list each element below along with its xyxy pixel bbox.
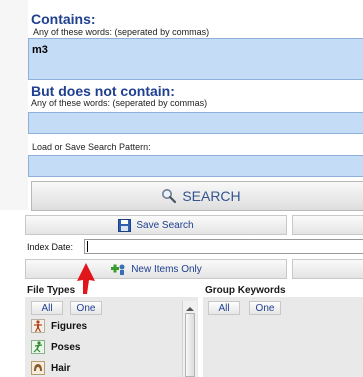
search-button-label: SEARCH — [182, 188, 241, 204]
red-arrow-annotation — [77, 263, 95, 294]
contains-heading: Contains: — [31, 11, 96, 27]
contains-hint: Any of these words: (seperated by commas… — [33, 27, 210, 37]
figure-icon — [31, 319, 45, 333]
file-type-item[interactable]: Poses — [31, 340, 80, 354]
file-type-label: Figures — [51, 320, 88, 332]
secondary-button-right-2[interactable] — [292, 259, 363, 279]
file-type-label: Poses — [51, 341, 81, 353]
pattern-input[interactable] — [28, 155, 363, 177]
magnifier-icon — [162, 189, 177, 204]
index-date-input[interactable] — [84, 239, 363, 254]
file-types-all-button[interactable]: All — [31, 301, 63, 315]
not-contain-hint: Any of these words: (seperated by commas… — [31, 98, 208, 108]
search-button[interactable]: SEARCH — [31, 181, 363, 211]
index-date-label: Index Date: — [27, 242, 74, 252]
pose-icon — [31, 340, 45, 354]
text-cursor — [87, 241, 88, 252]
file-type-label: Hair — [51, 362, 71, 374]
left-margin — [0, 0, 28, 210]
save-search-label: Save Search — [136, 219, 194, 231]
group-keywords-heading: Group Keywords — [205, 285, 286, 296]
new-items-only-button[interactable]: New Items Only — [25, 259, 287, 279]
group-keywords-panel: All One — [203, 297, 363, 377]
file-type-item[interactable]: Figures — [31, 319, 87, 333]
new-items-label: New Items Only — [131, 263, 202, 275]
not-contain-heading: But does not contain: — [31, 83, 175, 99]
scrollbar-thumb[interactable] — [185, 313, 195, 377]
contains-input[interactable]: m3 — [28, 38, 363, 80]
contains-input-value: m3 — [32, 44, 48, 56]
file-types-panel: All One Figures Poses Hair — [25, 297, 198, 377]
pattern-label: Load or Save Search Pattern: — [32, 142, 151, 152]
floppy-disk-icon — [118, 218, 132, 232]
file-types-heading: File Types — [27, 285, 76, 296]
group-keywords-one-button[interactable]: One — [249, 301, 281, 315]
save-search-button[interactable]: Save Search — [25, 215, 287, 235]
secondary-button-right[interactable] — [292, 215, 363, 235]
add-items-icon — [111, 264, 125, 275]
file-types-one-button[interactable]: One — [70, 301, 102, 315]
file-types-scrollbar[interactable] — [182, 301, 197, 377]
not-contain-input[interactable] — [28, 112, 363, 134]
group-keywords-all-button[interactable]: All — [208, 301, 240, 315]
